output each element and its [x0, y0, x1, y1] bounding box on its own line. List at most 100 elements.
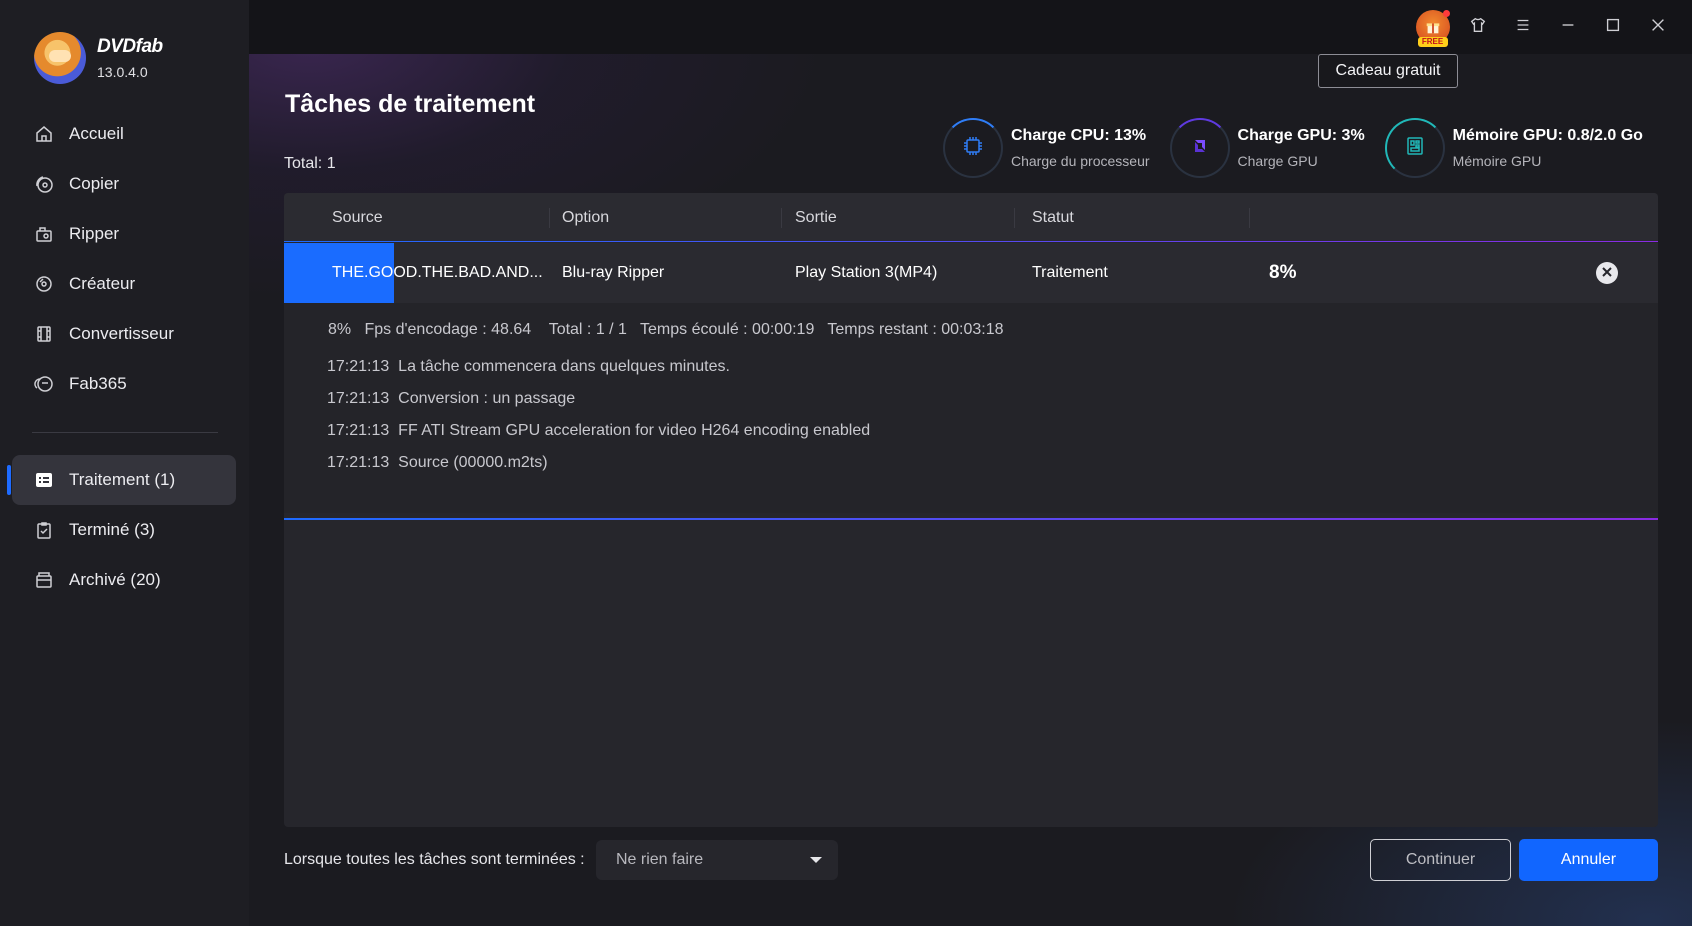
sidebar-item-label: Accueil [69, 124, 124, 143]
on-complete-select[interactable]: Ne rien faire [596, 840, 838, 880]
column-divider [1249, 208, 1250, 228]
sidebar-item-label: Convertisseur [69, 324, 174, 343]
encoding-summary: 8% Fps d'encodage : 48.64 Total : 1 / 1 … [328, 321, 1004, 338]
maximize-icon [1604, 16, 1622, 39]
table-header: Source Option Sortie Statut [284, 193, 1658, 242]
sidebar-item-fab365[interactable]: Fab365 [0, 359, 249, 409]
gift-icon: FREE [1415, 10, 1450, 47]
column-output: Sortie [795, 209, 837, 226]
home-icon [34, 124, 54, 144]
continue-button[interactable]: Continuer [1370, 839, 1511, 881]
gpu-memory-sub: Mémoire GPU [1452, 153, 1542, 169]
app-version: 13.0.4.0 [97, 64, 148, 80]
page-title: Tâches de traitement [285, 90, 536, 118]
row-progress-percent: 8% [1269, 262, 1297, 283]
sidebar-item-ripper[interactable]: Ripper [0, 209, 249, 259]
remove-task-button[interactable] [1596, 262, 1618, 284]
log-line: 17:21:13 Source (00000.m2ts) [327, 454, 548, 471]
column-divider [549, 208, 550, 228]
sidebar-nav: Accueil Copier Ripper Créateur Convertis… [0, 109, 249, 605]
table-row[interactable]: THE.GOOD.THE.BAD.AND... Blu-ray Ripper P… [284, 243, 1658, 303]
row-status: Traitement [1032, 264, 1108, 281]
task-table: Source Option Sortie Statut THE.GOOD.THE… [284, 193, 1658, 827]
sidebar-item-label: Traitement (1) [69, 470, 176, 489]
on-complete-label: Lorsque toutes les tâches sont terminées… [284, 851, 585, 868]
sidebar-item-copier[interactable]: Copier [0, 159, 249, 209]
dvdfab-logo [34, 32, 86, 84]
gift-tooltip: Cadeau gratuit [1318, 54, 1458, 88]
task-details: 8% Fps d'encodage : 48.64 Total : 1 / 1 … [284, 303, 1658, 513]
total-count: Total: 1 [284, 155, 336, 172]
gpu-stat: Charge GPU: 3% Charge GPU [1169, 118, 1365, 178]
sidebar-item-label: Créateur [69, 274, 136, 293]
close-window-button[interactable] [1635, 10, 1680, 44]
close-icon [1649, 16, 1667, 39]
task-log: 17:21:13 La tâche commencera dans quelqu… [327, 358, 870, 486]
row-option: Blu-ray Ripper [562, 264, 665, 281]
sidebar-item-label: Copier [69, 174, 120, 193]
fab365-icon [34, 374, 54, 394]
free-badge: FREE [1417, 37, 1448, 47]
hamburger-icon [1514, 16, 1532, 39]
maximize-button[interactable] [1590, 10, 1635, 44]
column-source: Source [332, 209, 383, 226]
caret-down-icon [810, 857, 822, 863]
gpu-memory-title: Mémoire GPU: 0.8/2.0 Go [1452, 127, 1643, 144]
sidebar-item-convertisseur[interactable]: Convertisseur [0, 309, 249, 359]
sidebar-item-label: Archivé (20) [69, 570, 161, 589]
title-bar: FREE [249, 0, 1692, 54]
gpu-memory-stat: Mémoire GPU: 0.8/2.0 Go Mémoire GPU [1384, 118, 1643, 178]
log-line: 17:21:13 FF ATI Stream GPU acceleration … [327, 422, 871, 439]
menu-button[interactable] [1500, 10, 1545, 44]
cpu-load-title: Charge CPU: 13% [1011, 127, 1147, 144]
cpu-load-sub: Charge du processeur [1011, 153, 1150, 169]
minimize-button[interactable] [1545, 10, 1590, 44]
cpu-stat: Charge CPU: 13% Charge du processeur [943, 118, 1150, 178]
archive-box-icon [34, 570, 54, 590]
close-icon [1602, 264, 1612, 282]
sidebar-item-traitement[interactable]: Traitement (1) [7, 455, 236, 505]
sidebar-item-label: Ripper [69, 224, 120, 243]
column-divider [1014, 208, 1015, 228]
sidebar-item-label: Fab365 [69, 374, 127, 393]
task-list-icon [34, 470, 54, 490]
gift-button[interactable]: FREE [1410, 10, 1455, 47]
row-output: Play Station 3(MP4) [795, 264, 938, 281]
memory-icon [1403, 134, 1427, 163]
creator-disc-icon [34, 274, 54, 294]
system-stats: Charge CPU: 13% Charge du processeur Cha… [943, 118, 1663, 178]
brand: DVDfab 13.0.4.0 [34, 32, 163, 84]
clipboard-check-icon [34, 520, 54, 540]
sidebar-item-archive[interactable]: Archivé (20) [0, 555, 249, 605]
amd-icon [1188, 134, 1212, 163]
gpu-load-title: Charge GPU: 3% [1237, 127, 1365, 144]
ripper-icon [34, 224, 54, 244]
minimize-icon [1559, 16, 1577, 39]
cpu-chip-icon [961, 134, 985, 163]
sidebar: DVDfab 13.0.4.0 Accueil Copier Ripper Cr… [0, 0, 249, 926]
app-name: DVDfab [97, 36, 163, 57]
tshirt-icon [1469, 16, 1487, 39]
cpu-gauge [943, 118, 1003, 178]
sidebar-item-termine[interactable]: Terminé (3) [0, 505, 249, 555]
sidebar-divider [32, 432, 218, 433]
gpu-load-sub: Charge GPU [1237, 153, 1318, 169]
cancel-button[interactable]: Annuler [1519, 839, 1658, 881]
details-divider [284, 518, 1658, 520]
gpu-memory-gauge [1384, 118, 1445, 178]
column-divider [781, 208, 782, 228]
column-option: Option [562, 209, 610, 226]
sidebar-item-label: Terminé (3) [69, 520, 155, 539]
skin-button[interactable] [1455, 10, 1500, 44]
column-status: Statut [1032, 209, 1074, 226]
notification-dot [1442, 10, 1450, 17]
film-icon [34, 324, 54, 344]
sidebar-item-createur[interactable]: Créateur [0, 259, 249, 309]
select-value: Ne rien faire [616, 851, 704, 868]
main-area: FREE Cadeau gratuit Tâches de traitement… [249, 0, 1692, 926]
sidebar-item-accueil[interactable]: Accueil [0, 109, 249, 159]
window-controls: FREE [1410, 10, 1680, 47]
row-source: THE.GOOD.THE.BAD.AND... [332, 264, 543, 281]
log-line: 17:21:13 La tâche commencera dans quelqu… [327, 358, 730, 375]
copy-disc-icon [34, 174, 54, 194]
